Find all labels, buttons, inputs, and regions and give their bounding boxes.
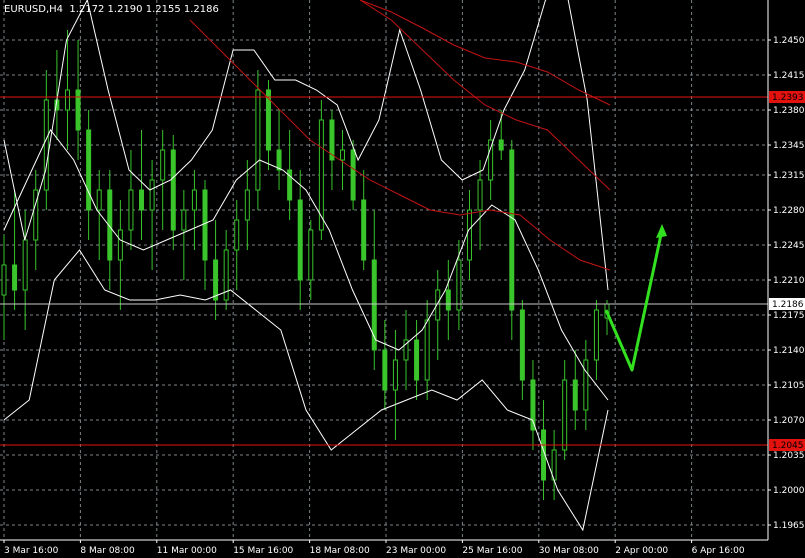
candle-body: [392, 359, 398, 391]
y-tick-label: 1.2345: [773, 141, 805, 151]
candle-body: [160, 149, 166, 181]
x-tick-label: 23 Mar 00:00: [386, 546, 446, 556]
candle-body: [350, 149, 356, 201]
candle-body: [170, 149, 176, 231]
candle-body: [43, 99, 49, 191]
y-tick-label: 1.2415: [773, 71, 805, 81]
y-tick-label: 1.2070: [773, 416, 805, 426]
current-price-label: 1.2186: [772, 300, 804, 310]
level-price-label: 1.2045: [772, 441, 804, 451]
x-tick-label: 25 Mar 16:00: [462, 546, 522, 556]
chart-title: EURUSD,H4 1.2172 1.2190 1.2155 1.2186: [4, 4, 219, 15]
candle-body: [75, 89, 81, 131]
candle-body: [382, 349, 388, 391]
candle-body: [466, 209, 472, 261]
y-tick-label: 1.2175: [773, 311, 805, 321]
y-tick-label: 1.2315: [773, 171, 805, 181]
y-tick-label: 1.2000: [773, 486, 805, 496]
candle-body: [445, 289, 451, 311]
candle-body: [117, 229, 123, 261]
candle-body: [276, 149, 282, 171]
candle-body: [562, 379, 568, 451]
x-tick-label: 2 Apr 00:00: [615, 546, 668, 556]
middle-band-line: [3, 129, 609, 401]
candle-body: [583, 359, 589, 411]
candle-body: [308, 229, 314, 281]
ma-slow-line: [359, 0, 611, 106]
x-tick-label: 6 Apr 16:00: [692, 546, 745, 556]
candle-body: [477, 179, 483, 211]
candle-body: [297, 199, 303, 281]
candle-body: [1, 264, 7, 296]
candle-body: [593, 309, 599, 361]
candle-body: [255, 89, 261, 191]
candle-body: [424, 319, 430, 381]
chart-canvas: 1.2393 1.2045 1.2186 1.2450 1.2415 1.2380 1.23…: [0, 0, 805, 556]
y-tick-label: 1.2105: [773, 381, 805, 391]
candle-body: [340, 149, 346, 161]
x-tick-label: 18 Mar 08:00: [310, 546, 370, 556]
candles-layer: [1, 30, 610, 500]
chart-window: 1.2393 1.2045 1.2186 1.2450 1.2415 1.2380 1.23…: [0, 0, 805, 558]
candle-body: [128, 189, 134, 231]
candle-body: [498, 139, 504, 151]
candle-body: [361, 199, 367, 261]
candle-body: [234, 219, 240, 251]
candle-body: [149, 179, 155, 211]
y-tick-label: 1.2280: [773, 206, 805, 216]
candle-body: [414, 339, 420, 381]
candle-body: [202, 189, 208, 261]
y-tick-label: 1.2140: [773, 346, 805, 356]
forecast-arrow: [604, 229, 664, 372]
x-tick-label: 3 Mar 16:00: [4, 546, 59, 556]
forecast-arrow-head: [656, 224, 667, 238]
candle-body: [22, 239, 28, 291]
candle-body: [244, 189, 250, 221]
candle-body: [86, 129, 92, 211]
candle-body: [572, 379, 578, 411]
level-price-label: 1.2393: [772, 93, 804, 103]
y-tick-label: 1.2245: [773, 241, 805, 251]
candle-body: [509, 149, 515, 311]
candle-body: [191, 189, 197, 211]
x-tick-label: 11 Mar 00:00: [157, 546, 217, 556]
y-tick-label: 1.1965: [773, 521, 805, 531]
candle-body: [181, 209, 187, 231]
x-tick-label: 30 Mar 08:00: [539, 546, 599, 556]
y-tick-label: 1.2035: [773, 451, 805, 461]
y-tick-label: 1.2380: [773, 106, 805, 116]
candle-body: [213, 259, 219, 301]
ma-medium-line: [359, 0, 611, 191]
x-tick-label: 15 Mar 16:00: [233, 546, 293, 556]
candle-body: [519, 309, 525, 381]
candle-body: [12, 264, 18, 291]
candle-body: [488, 139, 494, 181]
y-tick-label: 1.2210: [773, 276, 805, 286]
y-tick-label: 1.2450: [773, 36, 805, 46]
x-tick-label: 8 Mar 08:00: [80, 546, 135, 556]
candle-body: [139, 189, 145, 211]
lower-band-line: [3, 249, 609, 532]
candle-body: [456, 259, 462, 311]
candle-body: [64, 89, 70, 111]
candle-body: [96, 189, 102, 211]
